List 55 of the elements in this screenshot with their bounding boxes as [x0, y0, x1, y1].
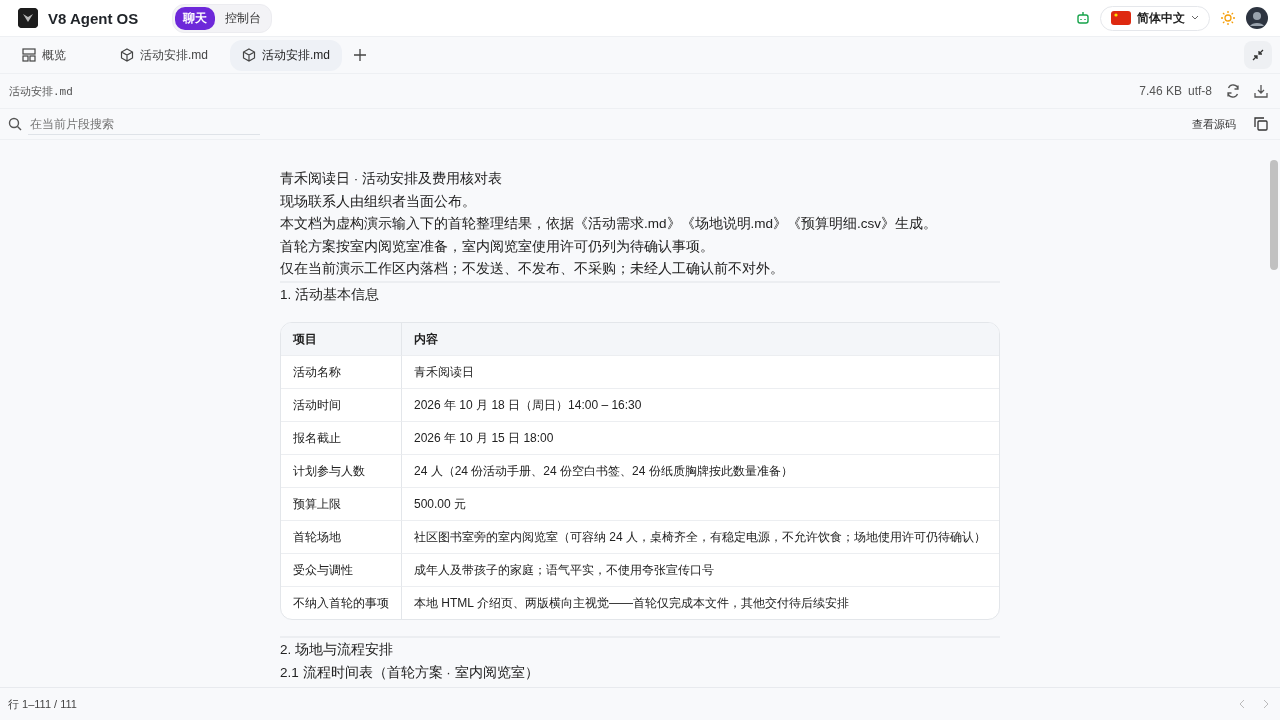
line-count: 行 1–111 / 111: [8, 696, 77, 712]
table-cell: 社区图书室旁的室内阅览室（可容纳 24 人，桌椅齐全，有稳定电源，不允许饮食；场地使用许可仍待确认）: [402, 521, 999, 554]
table-cell: 计划参与人数: [281, 455, 402, 488]
table-cell: 受众与调性: [281, 554, 402, 587]
collapse-button[interactable]: [1244, 41, 1272, 69]
add-tab-icon[interactable]: [354, 49, 367, 61]
subsection-heading: 2.1 流程时间表（首轮方案 · 室内阅览室）: [280, 663, 540, 682]
table-cell: 500.00 元: [402, 488, 999, 521]
refresh-icon[interactable]: [1226, 84, 1240, 98]
table-cell: 2026 年 10 月 15 日 18:00: [402, 422, 999, 455]
language-selector[interactable]: 简体中文: [1100, 5, 1210, 31]
table-cell: 24 人（24 份活动手册、24 份空白书签、24 份纸质胸牌按此数量准备）: [402, 455, 999, 488]
flag-icon: [1111, 11, 1131, 25]
table-cell: 活动时间: [281, 389, 402, 422]
section-heading: 1. 活动基本信息: [280, 280, 1000, 306]
table-cell: 成年人及带孩子的家庭；语气平实，不使用夸张宣传口号: [402, 554, 999, 587]
scrollbar-thumb[interactable]: [1270, 160, 1278, 270]
table-cell: 青禾阅读日: [402, 356, 999, 389]
table-cell: 预算上限: [281, 488, 402, 521]
mode-tab[interactable]: 聊天: [175, 6, 216, 30]
file-encoding: utf-8: [1188, 84, 1212, 98]
column-header: 项目: [281, 323, 402, 356]
file-name: 活动安排.md: [9, 83, 74, 99]
mode-tab[interactable]: 控制台: [217, 6, 270, 30]
robot-icon[interactable]: [1076, 11, 1090, 25]
cube-icon: [120, 48, 134, 62]
tab[interactable]: 概览: [10, 39, 98, 71]
paragraph: 仅在当前演示工作区内落档；不发送、不发布、不采购；未经人工确认前不对外。: [280, 260, 785, 278]
avatar[interactable]: [1246, 7, 1268, 29]
logo-icon: [18, 8, 38, 28]
paragraph: 现场联系人由组织者当面公布。: [280, 192, 477, 211]
table-cell: 首轮场地: [281, 521, 402, 554]
chevron-down-icon: [1191, 15, 1199, 21]
section-heading: 2. 场地与流程安排: [280, 636, 1000, 662]
table-cell: 报名截止: [281, 422, 402, 455]
table-cell-text: 本地 HTML 介绍页、两版横向主视觉——首轮仅完成本文件，其他交付待后续安排: [413, 594, 850, 612]
search-field[interactable]: 在当前片段搜索: [28, 113, 260, 135]
collapse-icon: [1252, 49, 1264, 61]
tab[interactable]: 活动安排.md: [230, 39, 343, 71]
paragraph: 本文档为虚构演示输入下的首轮整理结果，依据《活动需求.md》《场地说明.md》《预算明细.csv》生成。: [280, 215, 938, 233]
paragraph: 青禾阅读日 · 活动安排及费用核对表: [280, 170, 503, 188]
copy-icon[interactable]: [1254, 117, 1268, 131]
search-icon: [8, 117, 22, 131]
tab[interactable]: 活动安排.md: [108, 39, 220, 71]
view-source-button[interactable]: 查看源码: [1186, 115, 1242, 133]
column-header: 内容: [402, 323, 999, 356]
paragraph: 首轮方案按室内阅览室准备，室内阅览室使用许可仍列为待确认事项。: [280, 237, 715, 256]
file-size: 7.46 KB: [1139, 84, 1182, 98]
table-cell: 活动名称: [281, 356, 402, 389]
grid-icon: [22, 48, 36, 62]
table-cell: 不纳入首轮的事项: [281, 587, 402, 619]
download-icon[interactable]: [1254, 84, 1268, 98]
app-title: V8 Agent OS: [48, 9, 139, 27]
table-cell: 2026 年 10 月 18 日（周日）14:00 – 16:30: [402, 389, 999, 422]
cube-icon: [242, 48, 256, 62]
